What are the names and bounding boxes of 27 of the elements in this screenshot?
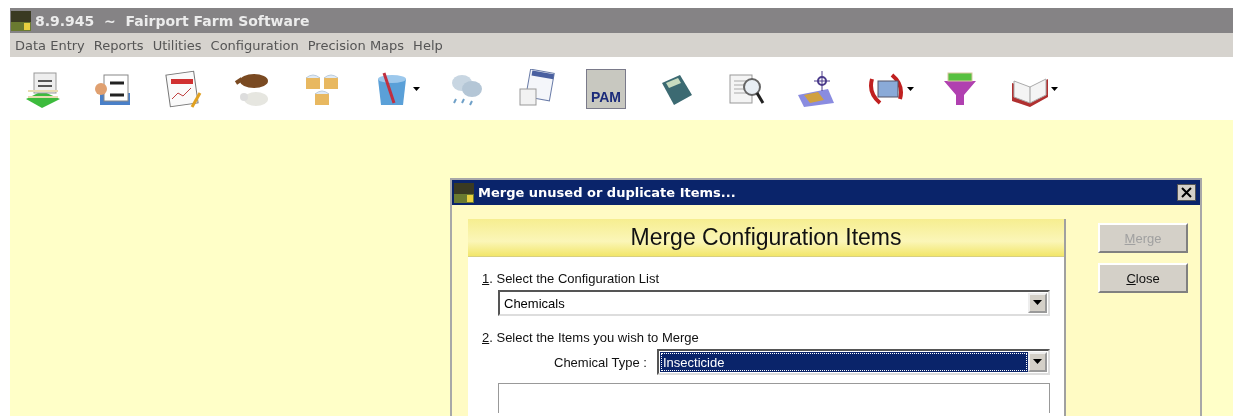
app-icon [454,182,474,203]
dropdown-arrow-icon[interactable] [1033,359,1042,365]
menu-item[interactable]: Help [412,37,451,53]
dialog-title: Merge unused or duplicate Items... [478,185,737,200]
menu-item[interactable]: Configuration [209,37,307,53]
step-label: 1. Select the Configuration List [482,271,661,286]
menu-item[interactable]: Utilities [151,37,210,53]
type-dropdown[interactable]: Insecticide [656,349,1050,375]
items-list[interactable] [498,383,1050,413]
menu-item[interactable]: Reports [92,37,152,53]
window-title: 8.9.945 ~ Fairport Farm Software [35,12,310,29]
calendar-icon[interactable] [516,68,556,109]
list-dropdown[interactable]: Chemicals [498,290,1050,316]
caret-icon[interactable] [907,86,914,91]
close-icon[interactable] [1177,184,1196,201]
menu-item[interactable]: Precision Maps [306,37,413,53]
pam-button[interactable]: PAM [586,68,626,109]
field-label: Chemical Type : [554,354,647,370]
caret-icon[interactable] [1051,86,1058,91]
panel-heading: Merge Configuration Items [468,219,1064,257]
dropdown-arrow-icon[interactable] [1033,300,1042,306]
app-icon [11,10,31,31]
step-label: 2. Select the Items you wish to Merge [482,330,700,345]
caret-icon[interactable] [413,86,420,91]
close-button[interactable]: Close [1098,263,1188,293]
map-compass-icon[interactable] [796,68,836,109]
menu-item[interactable]: Data Entry [14,37,93,53]
